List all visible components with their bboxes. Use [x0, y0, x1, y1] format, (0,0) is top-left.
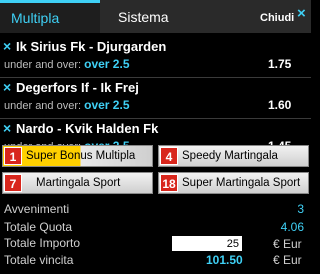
summary-quota: Totale Quota 4.06 [0, 220, 311, 236]
bet-odd: 1.60 [268, 98, 292, 112]
bet-row: × Degerfors If - Ik Frej under and over:… [0, 79, 311, 119]
bonus-label: Martingala Sport [36, 177, 121, 189]
bonus-badge: 4 [160, 147, 178, 165]
bet-match: Ik Sirius Fk - Djurgarden [16, 39, 167, 54]
importo-currency: € Eur [273, 237, 302, 251]
divider [0, 77, 311, 78]
bonus-speedy-martingala[interactable]: 4 Speedy Martingala [158, 145, 309, 167]
avvenimenti-value: 3 [297, 202, 304, 216]
bonus-label: Speedy Martingala [182, 150, 278, 162]
vincita-label: Totale vincita [4, 253, 74, 267]
summary-importo: Totale Importo [0, 236, 311, 252]
bonus-badge: 1 [4, 147, 22, 165]
betslip-tabs: Multipla Sistema Chiudi × [0, 0, 311, 33]
remove-bet-icon[interactable]: × [3, 120, 11, 136]
bonus-label: Super Bonus Multipla [26, 150, 136, 162]
remove-bet-icon[interactable]: × [3, 38, 11, 54]
quota-label: Totale Quota [4, 220, 73, 234]
summary-avvenimenti: Avvenimenti 3 [0, 202, 311, 218]
bet-match: Degerfors If - Ik Frej [16, 80, 139, 95]
bonus-label: Super Martingala Sport [182, 177, 301, 189]
bet-market-label: under and over: [4, 100, 82, 112]
bet-row: × Ik Sirius Fk - Djurgarden under and ov… [0, 38, 311, 78]
tab-multipla[interactable]: Multipla [0, 0, 100, 33]
bet-pick: over 2.5 [84, 98, 130, 112]
bet-market-label: under and over: [4, 59, 82, 71]
tab-sistema[interactable]: Sistema [118, 9, 169, 25]
bet-market: under and over: over 2.5 [4, 57, 130, 71]
bet-market: under and over: over 2.5 [4, 98, 130, 112]
bonus-martingala-sport[interactable]: 7 Martingala Sport [2, 172, 153, 194]
importo-input[interactable] [172, 236, 242, 251]
quota-value: 4.06 [280, 220, 304, 234]
divider [0, 118, 311, 119]
close-label[interactable]: Chiudi [260, 12, 294, 24]
summary-vincita: Totale vincita [0, 253, 311, 269]
close-icon[interactable]: × [297, 6, 309, 21]
bonus-badge: 7 [4, 174, 22, 192]
bonus-super-bonus-multipla[interactable]: 1 Super Bonus Multipla [2, 145, 153, 167]
bet-odd: 1.75 [268, 57, 292, 71]
bonus-super-martingala-sport[interactable]: 18 Super Martingala Sport [158, 172, 309, 194]
bet-pick: over 2.5 [84, 57, 130, 71]
tab-multipla-label: Multipla [11, 10, 60, 26]
remove-bet-icon[interactable]: × [3, 79, 11, 95]
bonus-badge: 18 [160, 174, 178, 192]
bet-match: Nardo - Kvik Halden Fk [16, 121, 159, 136]
vincita-value: 101.50 [206, 253, 243, 267]
vincita-currency: € Eur [273, 253, 302, 267]
importo-label: Totale Importo [4, 236, 81, 250]
avvenimenti-label: Avvenimenti [4, 202, 70, 216]
